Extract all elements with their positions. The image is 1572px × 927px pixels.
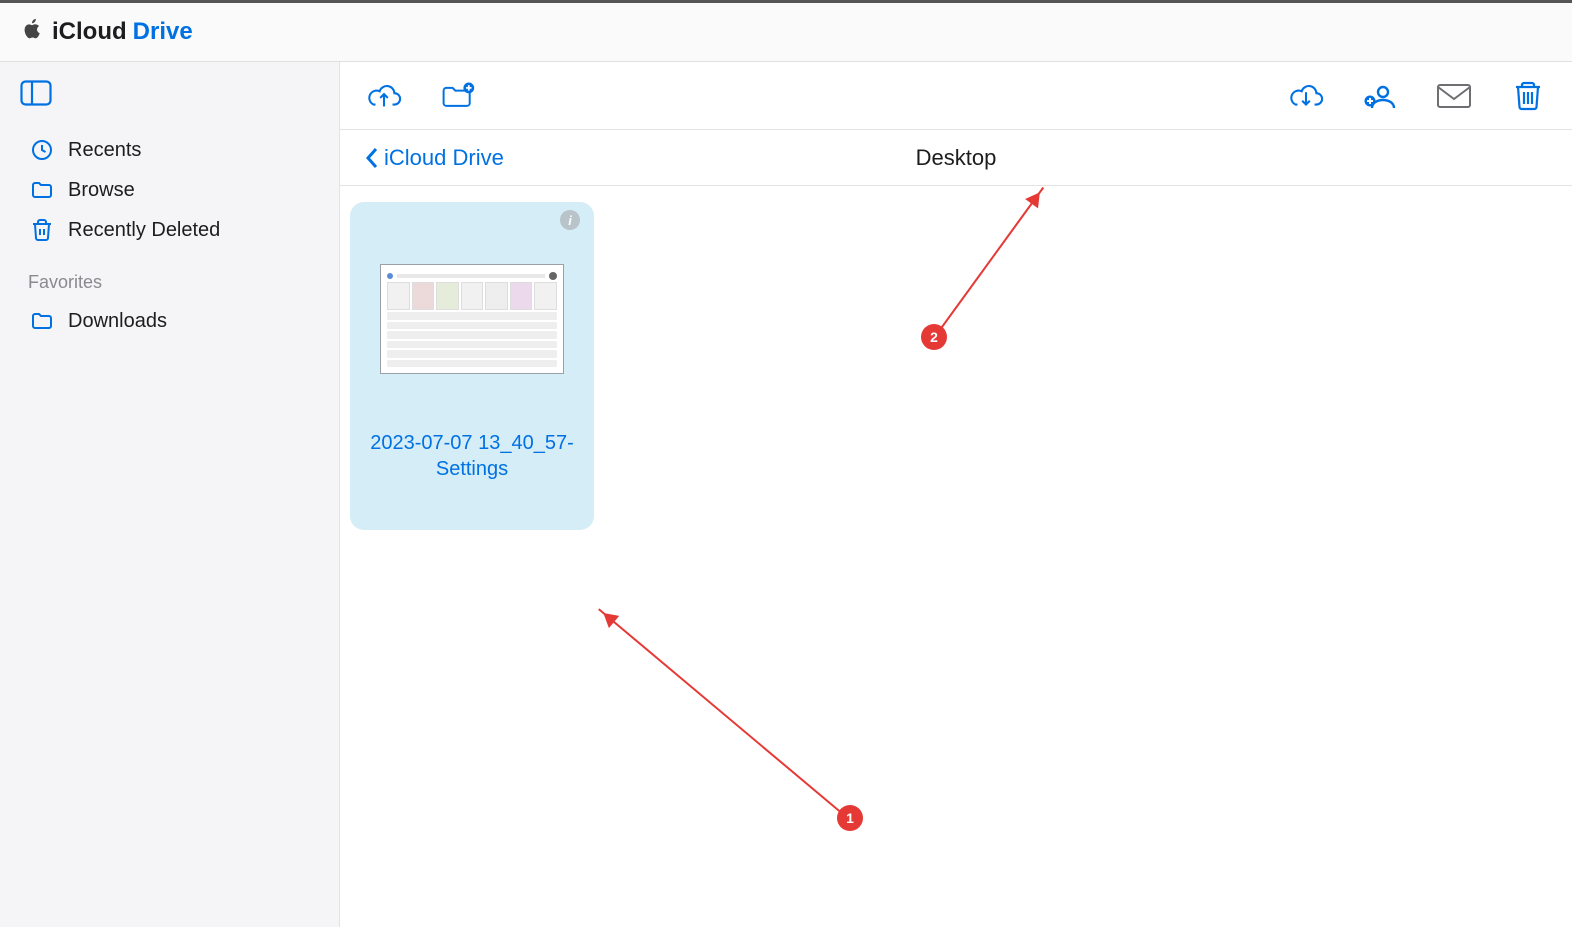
sidebar-item-recents[interactable]: Recents: [20, 130, 319, 170]
share-people-button[interactable]: [1362, 78, 1398, 114]
brand-drive-text: Drive: [133, 18, 193, 46]
breadcrumb-back-label: iCloud Drive: [384, 145, 504, 171]
sidebar-item-label: Recents: [68, 139, 141, 162]
delete-button[interactable]: [1510, 78, 1546, 114]
sidebar-item-label: Recently Deleted: [68, 219, 220, 242]
brand[interactable]: iCloud Drive: [22, 18, 193, 47]
apple-logo-icon: [22, 18, 44, 47]
email-button[interactable]: [1436, 78, 1472, 114]
annotation-badge: 2: [921, 324, 947, 350]
chevron-left-icon: [364, 146, 380, 170]
files-area[interactable]: i 2023-07-07 13_40_57-Settings 1 2: [340, 186, 1572, 927]
file-item[interactable]: i 2023-07-07 13_40_57-Settings: [350, 202, 594, 530]
clock-icon: [30, 138, 54, 162]
annotation-badge: 1: [837, 805, 863, 831]
brand-icloud-text: iCloud: [52, 18, 127, 46]
annotation-arrow: [933, 187, 1044, 339]
download-button[interactable]: [1288, 78, 1324, 114]
current-folder-name: Desktop: [916, 145, 997, 171]
sidebar-item-browse[interactable]: Browse: [20, 170, 319, 210]
sidebar: Recents Browse Recently Deleted Favorite…: [0, 62, 340, 927]
new-folder-button[interactable]: [440, 78, 476, 114]
sidebar-item-label: Downloads: [68, 310, 167, 333]
file-thumbnail: [380, 264, 564, 374]
main-panel: iCloud Drive Desktop i 2023-07-07 13_40_…: [340, 62, 1572, 927]
info-badge-icon[interactable]: i: [560, 210, 580, 230]
folder-icon: [30, 309, 54, 333]
trash-icon: [30, 218, 54, 242]
path-bar: iCloud Drive Desktop: [340, 130, 1572, 186]
file-name-label: 2023-07-07 13_40_57-Settings: [360, 430, 584, 482]
sidebar-item-label: Browse: [68, 179, 135, 202]
top-bar: iCloud Drive: [0, 0, 1572, 62]
sidebar-item-recently-deleted[interactable]: Recently Deleted: [20, 210, 319, 250]
sidebar-section-favorites: Favorites: [28, 272, 319, 293]
breadcrumb-back[interactable]: iCloud Drive: [364, 145, 504, 171]
folder-icon: [30, 178, 54, 202]
toolbar: [340, 62, 1572, 130]
sidebar-toggle-button[interactable]: [20, 80, 319, 106]
sidebar-item-downloads[interactable]: Downloads: [20, 301, 319, 341]
upload-button[interactable]: [366, 78, 402, 114]
annotation-arrow: [598, 608, 851, 820]
